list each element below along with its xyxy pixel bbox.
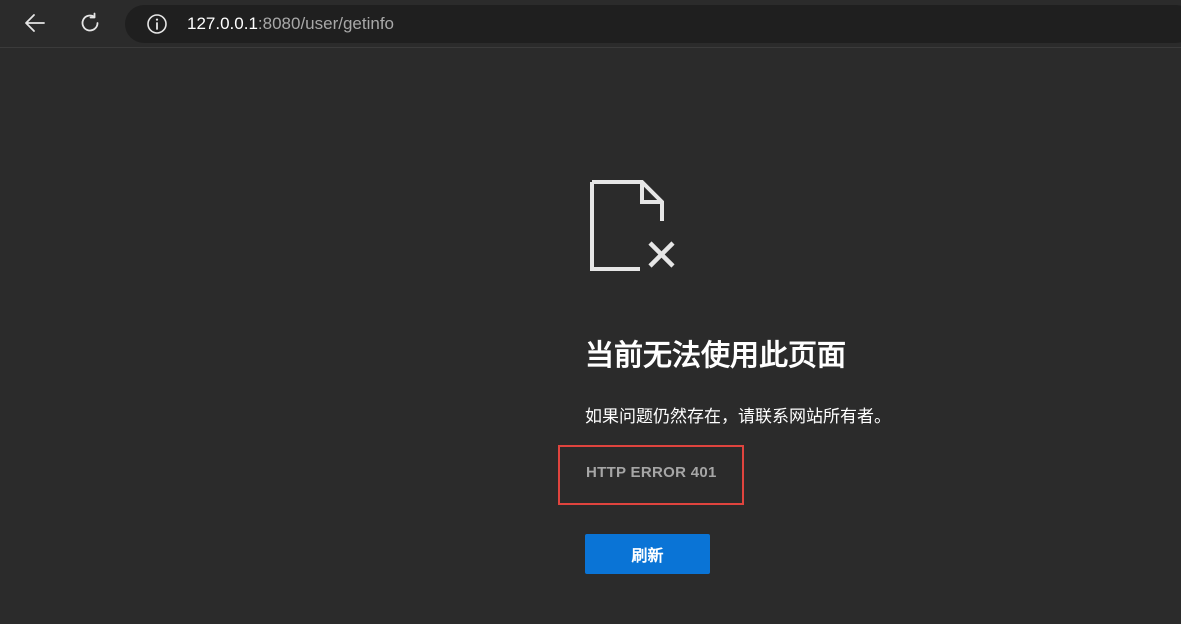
refresh-icon: [81, 12, 99, 32]
error-page: 当前无法使用此页面 如果问题仍然存在，请联系网站所有者。 HTTP ERROR …: [0, 49, 1181, 624]
error-description: 如果问题仍然存在，请联系网站所有者。: [585, 407, 891, 426]
refresh-button[interactable]: 刷新: [585, 534, 710, 574]
document-error-icon: [590, 180, 675, 271]
reload-button[interactable]: [73, 6, 107, 40]
arrow-left-icon: [25, 14, 45, 32]
url-path: :8080/user/getinfo: [257, 14, 395, 33]
error-code: HTTP ERROR 401: [586, 464, 717, 481]
url-text[interactable]: 127.0.0.1:8080/user/getinfo: [187, 5, 394, 43]
back-button[interactable]: [18, 6, 52, 40]
info-circle-icon[interactable]: [146, 13, 168, 35]
address-bar[interactable]: 127.0.0.1:8080/user/getinfo: [125, 5, 1181, 43]
page-title: 当前无法使用此页面: [585, 340, 847, 372]
browser-toolbar: 127.0.0.1:8080/user/getinfo: [0, 0, 1181, 48]
url-host: 127.0.0.1: [187, 14, 258, 33]
